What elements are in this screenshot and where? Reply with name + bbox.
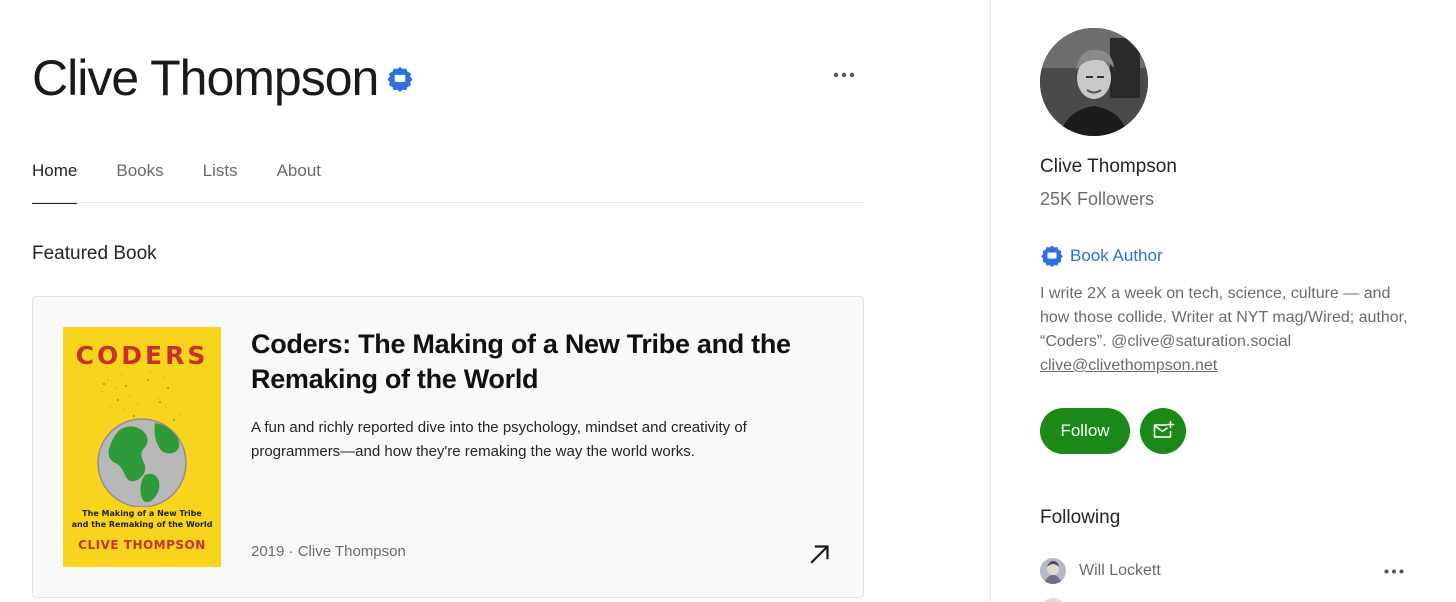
more-options-button[interactable]: [830, 64, 858, 86]
featured-book-card[interactable]: CODERS The Making of a New Tribe and the…: [32, 296, 864, 598]
following-more-button[interactable]: [1382, 561, 1406, 581]
globe-illustration: [93, 371, 189, 507]
sidebar-divider: [990, 0, 991, 602]
book-author-label[interactable]: Book Author: [1040, 244, 1163, 268]
following-avatar-photo: [1040, 558, 1066, 584]
sidebar-author-name[interactable]: Clive Thompson: [1040, 156, 1177, 178]
profile-header: Clive Thompson: [32, 48, 414, 108]
featured-book-heading: Featured Book: [32, 243, 157, 264]
profile-sidebar: Clive Thompson 25K Followers Book Author…: [1040, 0, 1420, 602]
bio-text: I write 2X a week on tech, science, cult…: [1040, 285, 1408, 350]
following-item[interactable]: Will Lockett: [1040, 557, 1406, 585]
arrow-up-right-icon: [810, 545, 829, 564]
author-bio: I write 2X a week on tech, science, cult…: [1040, 282, 1420, 378]
mail-plus-icon: [1153, 420, 1175, 438]
main-content: Clive Thompson Home Books Lists About Fe…: [0, 0, 990, 602]
tab-books[interactable]: Books: [116, 156, 163, 203]
book-description: A fun and richly reported dive into the …: [251, 419, 747, 460]
following-avatar[interactable]: [1040, 558, 1066, 584]
cover-subtitle-line1: The Making of a New Tribe: [82, 509, 202, 518]
tab-about[interactable]: About: [277, 156, 321, 203]
cover-subtitle-line2: and the Remaking of the World: [71, 520, 213, 529]
following-heading: Following: [1040, 507, 1121, 528]
book-author-badge-icon: [387, 66, 413, 92]
more-horizontal-icon: [1384, 569, 1404, 573]
open-book-button[interactable]: [807, 541, 833, 567]
tab-lists[interactable]: Lists: [203, 156, 238, 203]
profile-tabs: Home Books Lists About: [32, 156, 864, 204]
cover-title: CODERS: [75, 341, 209, 370]
follow-button[interactable]: Follow: [1040, 408, 1130, 454]
following-avatar-partial: [1040, 598, 1066, 602]
cover-author: CLIVE THOMPSON: [78, 538, 206, 552]
subscribe-email-button[interactable]: [1140, 408, 1186, 454]
avatar-photo: [1040, 28, 1148, 136]
tab-home[interactable]: Home: [32, 156, 78, 204]
book-cover[interactable]: CODERS The Making of a New Tribe and the…: [63, 327, 221, 567]
cover-subtitle: The Making of a New Tribe and the Remaki…: [63, 508, 221, 530]
bio-email-link[interactable]: clive@clivethompson.net: [1040, 357, 1217, 374]
avatar[interactable]: [1040, 28, 1148, 136]
book-title[interactable]: Coders: The Making of a New Tribe and th…: [251, 327, 831, 397]
page-title: Clive Thompson: [32, 50, 379, 106]
following-name[interactable]: Will Lockett: [1079, 562, 1161, 580]
role-label: Book Author: [1070, 246, 1163, 265]
followers-count[interactable]: 25K Followers: [1040, 189, 1154, 210]
more-horizontal-icon: [833, 72, 855, 78]
book-meta: 2019 · Clive Thompson: [251, 543, 406, 560]
book-author-badge-icon: [1041, 245, 1063, 268]
